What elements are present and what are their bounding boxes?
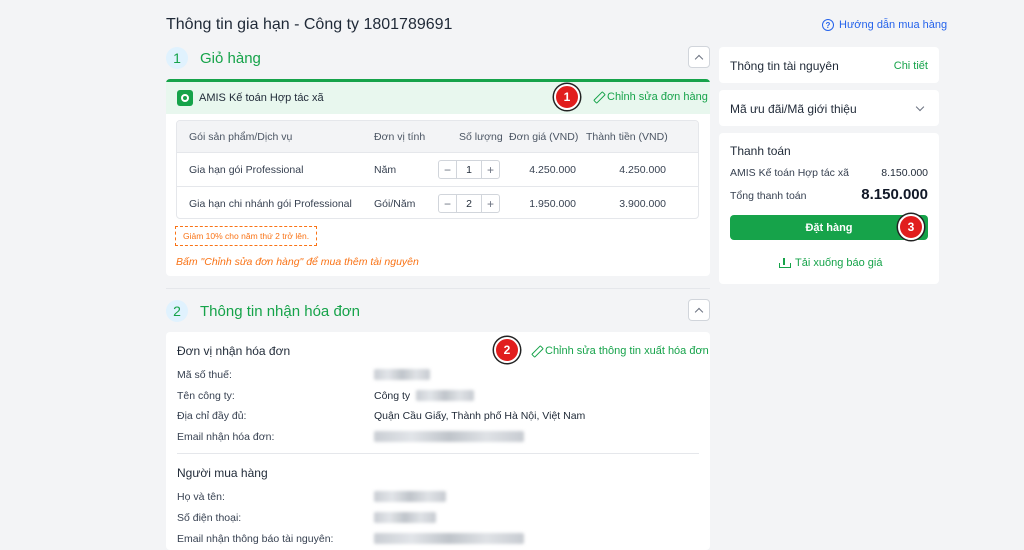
redacted-phone xyxy=(374,512,436,523)
invoice-unit-heading: Đơn vị nhận hóa đơn xyxy=(177,344,291,358)
decrement-button[interactable]: − xyxy=(439,161,456,178)
collapse-cart-button[interactable] xyxy=(688,46,710,68)
increment-button[interactable]: + xyxy=(482,195,499,212)
download-quote-label: Tải xuống báo giá xyxy=(795,257,883,269)
buyer-name-label: Họ và tên: xyxy=(177,491,225,503)
payment-box: Thanh toán AMIS Kế toán Hợp tác xã 8.150… xyxy=(719,133,939,284)
download-quote-link[interactable]: Tải xuống báo giá xyxy=(779,257,882,269)
payment-title: Thanh toán xyxy=(730,144,791,158)
product-bar: AMIS Kế toán Hợp tác xã Chỉnh sửa đơn hà… xyxy=(166,82,710,114)
phone-label: Số điện thoại: xyxy=(177,512,242,524)
edit-invoice-link[interactable]: Chỉnh sửa thông tin xuất hóa đơn xyxy=(531,345,709,357)
section-divider xyxy=(166,288,710,289)
col-price: Đơn giá (VND) xyxy=(509,130,579,143)
callout-badge-2: 2 xyxy=(494,337,520,363)
discount-note: Giảm 10% cho năm thứ 2 trở lên. xyxy=(175,226,318,246)
company-value: Công ty xyxy=(374,390,411,402)
redacted-buyer-name xyxy=(374,491,446,502)
edit-order-label: Chỉnh sửa đơn hàng xyxy=(607,91,708,103)
cart-table: Gói sản phẩm/Dịch vụ Đơn vị tính Số lượn… xyxy=(176,120,699,219)
promo-code-label: Mã ưu đãi/Mã giới thiệu xyxy=(730,102,857,116)
question-circle-icon: ? xyxy=(822,19,834,31)
company-label: Tên công ty: xyxy=(177,390,235,402)
edit-hint: Bấm "Chỉnh sửa đơn hàng" để mua thêm tài… xyxy=(176,256,419,268)
line-item-value: 8.150.000 xyxy=(881,167,928,179)
promo-code-dropdown[interactable]: Mã ưu đãi/Mã giới thiệu xyxy=(719,90,939,126)
row-total: 3.900.000 xyxy=(619,197,666,210)
section-title: Giỏ hàng xyxy=(200,49,261,67)
cart-section-header: 1 Giỏ hàng xyxy=(166,46,710,70)
section-number: 1 xyxy=(166,47,188,69)
total-value: 8.150.000 xyxy=(861,186,928,203)
total-label: Tổng thanh toán xyxy=(730,190,807,202)
divider xyxy=(177,453,699,454)
redacted-notify-email xyxy=(374,533,524,544)
quantity-stepper: − 1 + xyxy=(438,160,500,179)
detail-link[interactable]: Chi tiết xyxy=(894,60,928,72)
invoice-section-header: 2 Thông tin nhận hóa đơn xyxy=(166,299,710,323)
row-price: 1.950.000 xyxy=(529,197,576,210)
callout-badge-3: 3 xyxy=(898,214,924,240)
help-link-label: Hướng dẫn mua hàng xyxy=(839,19,948,31)
page-title: Thông tin gia hạn - Công ty 1801789691 xyxy=(166,16,453,33)
section-title: Thông tin nhận hóa đơn xyxy=(200,302,360,320)
pencil-icon xyxy=(531,346,541,356)
quantity-input[interactable]: 1 xyxy=(456,161,482,178)
resource-info-box: Thông tin tài nguyên Chi tiết xyxy=(719,47,939,83)
cart-card: AMIS Kế toán Hợp tác xã Chỉnh sửa đơn hà… xyxy=(166,79,710,276)
download-icon xyxy=(779,258,791,268)
line-item-label: AMIS Kế toán Hợp tác xã xyxy=(730,167,849,179)
chevron-down-icon xyxy=(915,102,925,112)
row-product: Gia hạn chi nhánh gói Professional xyxy=(189,197,352,210)
address-value: Quận Cầu Giấy, Thành phố Hà Nội, Việt Na… xyxy=(374,410,586,422)
collapse-invoice-button[interactable] xyxy=(688,299,710,321)
edit-order-link[interactable]: Chỉnh sửa đơn hàng xyxy=(593,91,708,103)
col-total: Thành tiền (VND) xyxy=(586,130,668,143)
address-label: Địa chỉ đầy đủ: xyxy=(177,410,247,422)
invoice-card: Đơn vị nhận hóa đơn Chỉnh sửa thông tin … xyxy=(166,332,710,550)
redacted-email xyxy=(374,431,524,442)
edit-invoice-label: Chỉnh sửa thông tin xuất hóa đơn xyxy=(545,345,709,357)
callout-badge-1: 1 xyxy=(554,84,580,110)
notify-email-label: Email nhận thông báo tài nguyên: xyxy=(177,533,334,545)
product-logo-icon xyxy=(177,90,193,106)
table-header: Gói sản phẩm/Dịch vụ Đơn vị tính Số lượn… xyxy=(177,121,698,152)
chevron-up-icon xyxy=(694,54,704,63)
resource-info-title: Thông tin tài nguyên xyxy=(730,59,839,73)
col-product: Gói sản phẩm/Dịch vụ xyxy=(189,130,293,143)
row-unit: Gói/Năm xyxy=(374,197,416,210)
redacted-tax-code xyxy=(374,369,430,380)
section-number: 2 xyxy=(166,300,188,322)
table-row: Gia hạn gói Professional Năm − 1 + 4.250… xyxy=(177,152,698,186)
row-product: Gia hạn gói Professional xyxy=(189,163,304,176)
col-unit: Đơn vị tính xyxy=(374,130,426,143)
buyer-heading: Người mua hàng xyxy=(177,466,268,480)
redacted-company-name xyxy=(416,390,474,401)
row-total: 4.250.000 xyxy=(619,163,666,176)
pencil-icon xyxy=(593,92,603,102)
col-qty: Số lượng xyxy=(459,130,503,143)
product-name: AMIS Kế toán Hợp tác xã xyxy=(199,92,324,104)
help-link[interactable]: ? Hướng dẫn mua hàng xyxy=(822,19,947,31)
increment-button[interactable]: + xyxy=(482,161,499,178)
table-row: Gia hạn chi nhánh gói Professional Gói/N… xyxy=(177,186,698,218)
invoice-email-label: Email nhận hóa đơn: xyxy=(177,431,275,443)
row-price: 4.250.000 xyxy=(529,163,576,176)
quantity-input[interactable]: 2 xyxy=(456,195,482,212)
tax-code-label: Mã số thuế: xyxy=(177,369,232,381)
chevron-up-icon xyxy=(694,307,704,316)
row-unit: Năm xyxy=(374,163,397,176)
quantity-stepper: − 2 + xyxy=(438,194,500,213)
decrement-button[interactable]: − xyxy=(439,195,456,212)
